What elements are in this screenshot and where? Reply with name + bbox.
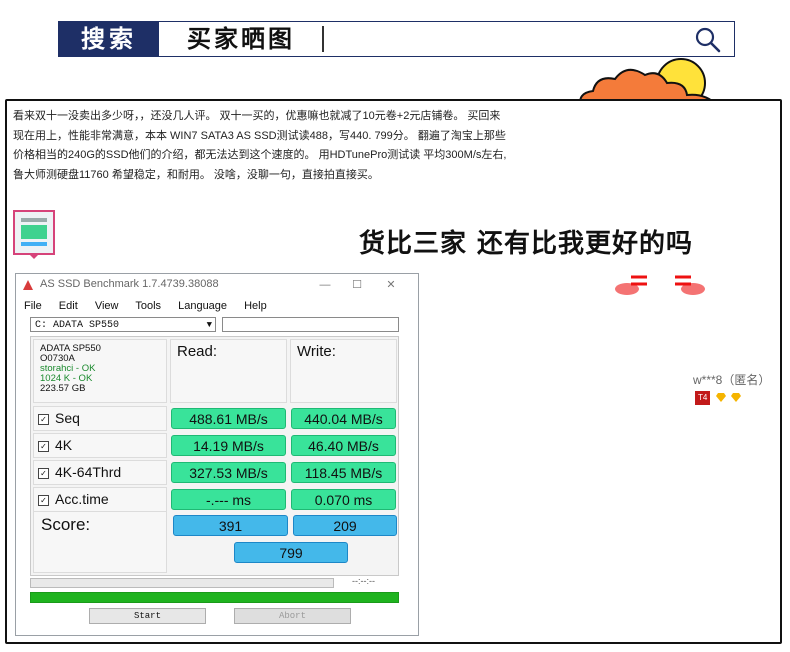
score-label: Score: <box>33 511 167 573</box>
seq-read-value: 488.61 MB/s <box>171 408 286 429</box>
checkbox-checked-icon[interactable]: ✓ <box>38 413 49 425</box>
diamond-icon <box>731 393 742 403</box>
results-grid: ADATA SP550 O0730A storahci - OK 1024 K … <box>30 336 399 576</box>
row-acc-time[interactable]: ✓ Acc.time <box>33 487 167 512</box>
search-input[interactable]: 买家晒图 <box>187 22 295 56</box>
seq-write-value: 440.04 MB/s <box>291 408 396 429</box>
menu-view[interactable]: View <box>95 300 119 312</box>
drive-size: 223.57 GB <box>40 383 86 394</box>
menu-tools[interactable]: Tools <box>135 300 161 312</box>
read-header: Read: <box>170 339 287 403</box>
reviewer-badges: T4 <box>695 389 742 405</box>
slogan-text: 货比三家 还有比我更好的吗 <box>359 229 694 259</box>
review-text: 看来双十一没卖出多少呀，，还没几人评。 双十一买的，优惠嘛也就减了10元卷+2元… <box>13 110 507 181</box>
checkbox-checked-icon[interactable]: ✓ <box>38 467 49 479</box>
row-4k[interactable]: ✓ 4K <box>33 433 167 458</box>
row-4k-64thrd[interactable]: ✓ 4K-64Thrd <box>33 460 167 485</box>
window-title: AS SSD Benchmark 1.7.4739.38088 <box>40 278 219 290</box>
menu-help[interactable]: Help <box>244 300 267 312</box>
benchmark-window: AS SSD Benchmark 1.7.4739.38088 — ☐ ✕ Fi… <box>15 273 419 636</box>
diamond-icon <box>715 393 726 403</box>
4k-write-value: 46.40 MB/s <box>291 435 396 456</box>
4k64-write-value: 118.45 MB/s <box>291 462 396 483</box>
search-tag: 搜索 <box>59 22 159 56</box>
search-banner: 搜索 买家晒图 <box>58 21 735 57</box>
acc-read-value: -.--- ms <box>171 489 286 510</box>
search-icon[interactable] <box>694 26 722 54</box>
blush-face-icon <box>611 271 711 301</box>
write-header: Write: <box>290 339 397 403</box>
total-progress-fill <box>31 593 398 602</box>
drive-select[interactable]: C: ADATA SP550 ▼ <box>30 317 216 332</box>
score-read: 391 <box>173 515 288 536</box>
review-card: 看来双十一没卖出多少呀，，还没几人评。 双十一买的，优惠嘛也就减了10元卷+2元… <box>5 99 782 644</box>
close-icon[interactable]: ✕ <box>382 277 400 293</box>
abort-button[interactable]: Abort <box>234 608 351 624</box>
drive-info: ADATA SP550 O0730A storahci - OK 1024 K … <box>33 339 167 403</box>
test-progress-bar <box>30 578 334 588</box>
thumbnail-pointer <box>29 254 39 259</box>
score-write: 209 <box>293 515 397 536</box>
menu-bar: File Edit View Tools Language Help <box>24 300 281 314</box>
minimize-icon[interactable]: — <box>316 277 334 293</box>
elapsed-timer: --:--:-- <box>352 576 375 586</box>
checkbox-checked-icon[interactable]: ✓ <box>38 494 49 506</box>
menu-edit[interactable]: Edit <box>59 300 78 312</box>
chevron-down-icon: ▼ <box>206 320 212 330</box>
menu-language[interactable]: Language <box>178 300 227 312</box>
score-total: 799 <box>234 542 348 563</box>
row-seq[interactable]: ✓ Seq <box>33 406 167 431</box>
text-caret <box>322 26 324 52</box>
menu-file[interactable]: File <box>24 300 42 312</box>
acc-write-value: 0.070 ms <box>291 489 396 510</box>
drive-select-value: C: ADATA SP550 <box>35 320 120 331</box>
secondary-input[interactable] <box>222 317 399 332</box>
4k-read-value: 14.19 MB/s <box>171 435 286 456</box>
level-badge: T4 <box>695 390 711 405</box>
title-bar: AS SSD Benchmark 1.7.4739.38088 — ☐ ✕ <box>16 274 418 296</box>
reviewer-name: w***8（匿名） <box>693 373 771 387</box>
app-icon <box>23 280 33 290</box>
review-image-thumbnail[interactable] <box>13 210 55 255</box>
start-button[interactable]: Start <box>89 608 206 624</box>
maximize-icon[interactable]: ☐ <box>348 277 366 293</box>
total-progress-bar <box>30 592 399 603</box>
checkbox-checked-icon[interactable]: ✓ <box>38 440 49 452</box>
4k64-read-value: 327.53 MB/s <box>171 462 286 483</box>
